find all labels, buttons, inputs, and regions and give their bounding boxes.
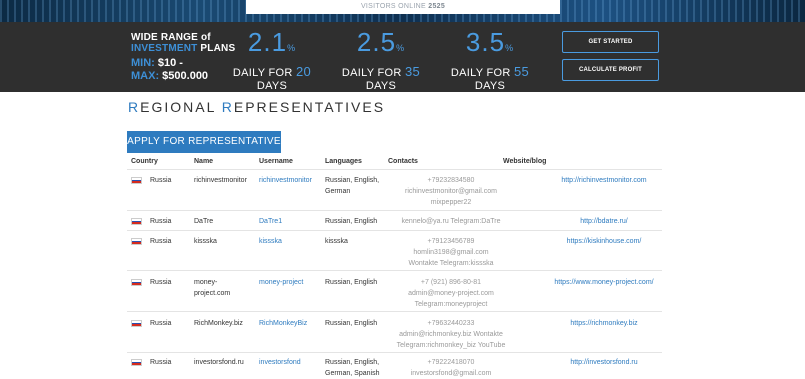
header-country: Country bbox=[131, 158, 158, 165]
visitors-count: 2525 bbox=[428, 3, 446, 10]
row-4-username[interactable]: money-project bbox=[259, 277, 303, 288]
row-6-username[interactable]: investorsfond bbox=[259, 357, 301, 368]
plan-1-days: DAILY FOR 20 DAYS bbox=[232, 64, 312, 92]
row-4-contacts: +7 (921) 896-80-81 admin@money-project.co… bbox=[408, 279, 494, 308]
plan-3: 3.5% DAILY FOR 55 DAYS bbox=[440, 28, 540, 93]
row-divider bbox=[127, 311, 662, 312]
plan-3-rate: 3.5% bbox=[465, 27, 515, 57]
row-3-website-link[interactable]: https://kiskinhouse.com/ bbox=[529, 236, 679, 247]
row-6-website-link[interactable]: http://investorsfond.ru bbox=[529, 357, 679, 368]
row-1-name: richinvestmonitor bbox=[194, 177, 247, 184]
header-website: Website/blog bbox=[503, 158, 547, 165]
row-6-languages: Russian, English, German, Spanish bbox=[325, 359, 380, 377]
header-name: Name bbox=[194, 158, 214, 165]
plan-2-days: DAILY FOR 35 DAYS bbox=[341, 64, 421, 92]
row-2-name: DaTre bbox=[194, 218, 214, 225]
max-row: MAX: $500.000 bbox=[131, 70, 208, 83]
min-row: MIN: $10 - bbox=[131, 57, 208, 70]
row-5-username[interactable]: RichMonkeyBiz bbox=[259, 318, 307, 329]
min-label: MIN: bbox=[131, 57, 155, 69]
row-5-website-link[interactable]: https://richmonkey.biz bbox=[529, 318, 679, 329]
plan-1: 2.1% DAILY FOR 20 DAYS principal return bbox=[222, 28, 322, 103]
row-1-username[interactable]: richinvestmonitor bbox=[259, 175, 312, 186]
calculate-profit-button[interactable]: CALCULATE PROFIT bbox=[562, 59, 659, 81]
russia-flag-icon bbox=[131, 177, 142, 184]
row-1-contacts: +79232834580 richinvestmonitor@gmail.com m… bbox=[405, 177, 497, 206]
row-4-website-link[interactable]: https://www.money-project.com/ bbox=[529, 277, 679, 288]
russia-flag-icon bbox=[131, 359, 142, 366]
wide-range-text: WIDE RANGE of INVESTMENT PLANS bbox=[131, 32, 235, 54]
row-2-languages: Russian, English bbox=[325, 218, 378, 225]
row-3-username[interactable]: kissska bbox=[259, 236, 282, 247]
russia-flag-icon bbox=[131, 238, 142, 245]
row-1-country: Russia bbox=[150, 177, 172, 184]
row-2-country: Russia bbox=[150, 218, 172, 225]
russia-flag-icon bbox=[131, 218, 142, 225]
header-username: Username bbox=[259, 158, 293, 165]
investment-word: INVESTMENT bbox=[131, 43, 198, 54]
row-6-contacts: +79222418070 investorsfond@gmail.com bbox=[410, 359, 492, 377]
row-5-contacts: +79632440233 admin@richmonkey.biz Wontakt… bbox=[396, 320, 506, 349]
row-3-name: kissska bbox=[194, 238, 217, 245]
get-started-button[interactable]: GET STARTED bbox=[562, 31, 659, 53]
plan-2: 2.5% DAILY FOR 35 DAYS principal return bbox=[331, 28, 431, 103]
row-4-name: money-project.com bbox=[194, 279, 231, 297]
russia-flag-icon bbox=[131, 279, 142, 286]
row-4-languages: Russian, English bbox=[325, 279, 378, 286]
plan-3-days: DAILY FOR 55 DAYS bbox=[450, 64, 530, 92]
min-max-range: MIN: $10 - MAX: $500.000 bbox=[131, 57, 208, 83]
plans-bar: WIDE RANGE of INVESTMENT PLANS MIN: $10 … bbox=[0, 22, 805, 102]
row-2-contacts: kennelo@ya.ru Telegram:DaTre bbox=[401, 218, 501, 225]
header-divider bbox=[127, 169, 662, 170]
max-value: $500.000 bbox=[162, 70, 209, 82]
header-contacts: Contacts bbox=[388, 158, 418, 165]
wide-line-2: INVESTMENT PLANS bbox=[131, 43, 235, 54]
row-6-name: investorsfond.ru bbox=[194, 359, 244, 366]
row-3-languages: kissska bbox=[325, 238, 348, 245]
plan-1-rate: 2.1% bbox=[247, 27, 297, 57]
row-1-languages: Russian, English, German bbox=[325, 177, 380, 195]
row-6-country: Russia bbox=[150, 359, 172, 366]
row-divider bbox=[127, 270, 662, 271]
row-divider bbox=[127, 210, 662, 211]
row-divider bbox=[127, 230, 662, 231]
row-5-languages: Russian, English bbox=[325, 320, 378, 327]
header-languages: Languages bbox=[325, 158, 362, 165]
row-2-username[interactable]: DaTre1 bbox=[259, 216, 282, 227]
row-divider bbox=[127, 352, 662, 353]
russia-flag-icon bbox=[131, 320, 142, 327]
plan-2-rate: 2.5% bbox=[356, 27, 406, 57]
row-3-contacts: +79123456789 homlin3198@gmail.com Wontakte… bbox=[408, 238, 494, 267]
row-2-website-link[interactable]: http://bdatre.ru/ bbox=[529, 216, 679, 227]
visitors-online: VISITORS ONLINE 2525 bbox=[246, 0, 560, 14]
visitors-label: VISITORS ONLINE bbox=[360, 3, 427, 10]
wide-line-1: WIDE RANGE of bbox=[131, 32, 211, 43]
row-3-country: Russia bbox=[150, 238, 172, 245]
row-5-name: RichMonkey.biz bbox=[194, 320, 243, 327]
page-title: REGIONAL REPRESENTATIVES bbox=[128, 99, 386, 115]
hero-banner: VISITORS ONLINE 2525 bbox=[0, 0, 805, 22]
min-value: $10 - bbox=[157, 57, 183, 69]
apply-for-representative-button[interactable]: APPLY FOR REPRESENTATIVE bbox=[127, 131, 281, 153]
row-1-website-link[interactable]: http://richinvestmonitor.com bbox=[529, 175, 679, 186]
row-5-country: Russia bbox=[150, 320, 172, 327]
row-4-country: Russia bbox=[150, 279, 172, 286]
max-label: MAX: bbox=[131, 70, 160, 82]
